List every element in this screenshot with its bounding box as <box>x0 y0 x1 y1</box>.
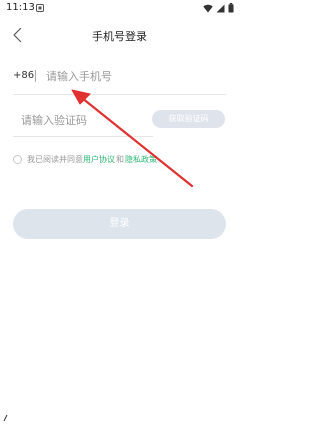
phone-input[interactable] <box>46 66 216 86</box>
login-button[interactable]: 登录 <box>13 209 226 239</box>
verification-code-input[interactable] <box>21 110 149 130</box>
notification-icon <box>36 4 44 12</box>
phone-row: +86 <box>13 64 226 95</box>
status-bar: 11:13 <box>0 0 239 20</box>
status-time: 11:13 <box>6 2 35 13</box>
user-agreement-link[interactable]: 用户协议 <box>83 154 115 165</box>
wifi-icon <box>203 4 213 12</box>
corner-mark <box>3 414 8 422</box>
status-icons <box>203 3 234 13</box>
login-screen: 11:13 手机号登录 +86 请输入手机号 请输入验证码 获取验证码 我已阅读… <box>0 0 239 426</box>
header: 手机号登录 <box>0 22 239 48</box>
code-input-wrap <box>13 104 153 137</box>
agreement-prefix: 我已阅读并同意 <box>27 154 83 164</box>
battery-icon <box>228 3 234 13</box>
agree-checkbox[interactable] <box>13 154 22 164</box>
signal-icon <box>216 4 225 12</box>
agreement: 我已阅读并同意 用户协议 和 隐私政策 <box>13 152 226 166</box>
country-code[interactable]: +86 <box>13 70 34 81</box>
verification-row: 获取验证码 <box>13 104 226 137</box>
country-code-divider <box>35 70 36 82</box>
get-code-button[interactable]: 获取验证码 <box>152 110 225 128</box>
page-title: 手机号登录 <box>92 30 147 43</box>
agreement-and: 和 <box>116 154 124 164</box>
privacy-policy-link[interactable]: 隐私政策 <box>125 154 157 165</box>
